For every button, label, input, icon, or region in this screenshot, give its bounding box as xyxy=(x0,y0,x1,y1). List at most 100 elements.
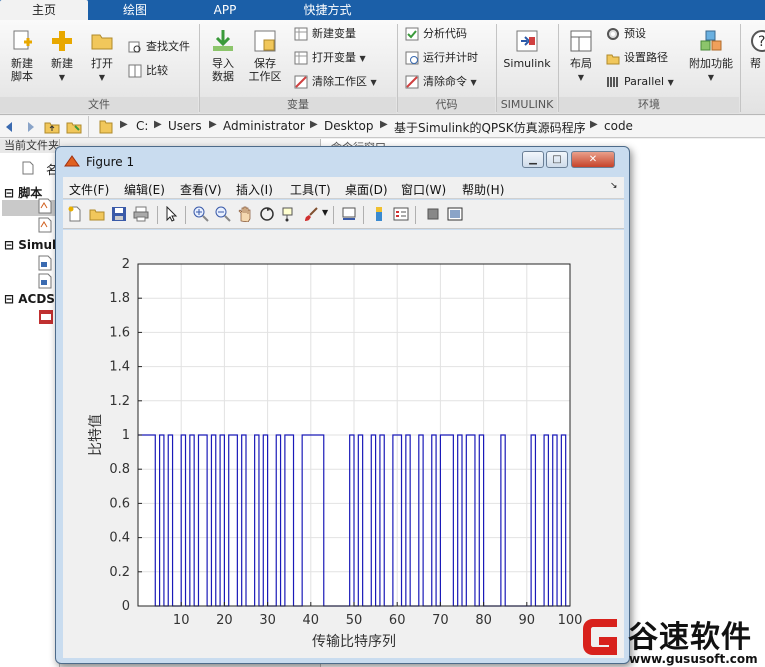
tab-shortcuts[interactable]: 快捷方式 xyxy=(270,0,385,20)
browse-folder-icon[interactable] xyxy=(66,119,82,135)
group-acdsee[interactable]: ⊟ ACDS xyxy=(4,292,55,306)
import-data-button[interactable]: 导入 数据 xyxy=(205,28,241,83)
simulink-button[interactable]: Simulink xyxy=(502,28,552,70)
hide-plot-tools-icon[interactable] xyxy=(425,206,441,222)
menu-desktop[interactable]: 桌面(D) xyxy=(345,181,388,198)
figure-canvas[interactable]: 10 20 30 40 50 60 70 80 90 100 0 0.2 0.4 0.6 0.8 1 1.2 1.… xyxy=(63,230,624,658)
tab-home[interactable]: 主页 xyxy=(0,0,88,20)
simulink-label: Simulink xyxy=(503,57,551,70)
up-folder-icon[interactable] xyxy=(44,119,60,135)
addons-icon xyxy=(700,30,722,51)
clear-workspace-dropdown-icon: ▼ xyxy=(370,78,377,87)
clear-workspace-button[interactable]: 清除工作区 ▼ xyxy=(294,73,377,91)
menu-tools[interactable]: 工具(T) xyxy=(290,181,331,198)
x-axis-label: 传输比特序列 xyxy=(312,634,396,650)
rotate-3d-icon[interactable] xyxy=(259,206,275,222)
tab-apps[interactable]: APP xyxy=(180,0,270,20)
back-arrow-icon[interactable] xyxy=(2,119,18,135)
simulink-icon xyxy=(516,30,538,52)
ribbon-toolstrip: 新建 脚本 新建 ▼ 打开 ▼ 查找文件 比较 文件 导入 数据 保存 工作区 新建… xyxy=(0,20,765,115)
x-tick-label: 80 xyxy=(475,613,492,628)
y-tick-label: 2 xyxy=(122,257,130,272)
close-icon: ✕ xyxy=(588,154,598,165)
parallel-icon xyxy=(607,77,618,87)
breadcrumb-desktop[interactable]: Desktop xyxy=(324,119,374,133)
clear-commands-button[interactable]: 清除命令 ▼ xyxy=(405,73,477,91)
help-label: 帮 xyxy=(750,57,761,70)
bit-sequence-chart[interactable]: 10 20 30 40 50 60 70 80 90 10000.20.40.60.811.21.… xyxy=(63,230,624,658)
x-tick-label: 90 xyxy=(519,613,536,628)
layout-button[interactable]: 布局 ▼ xyxy=(564,28,598,84)
new-variable-button[interactable]: 新建变量 xyxy=(294,25,356,43)
menu-edit[interactable]: 编辑(E) xyxy=(124,181,165,198)
minimize-icon: ▁ xyxy=(529,154,537,165)
addons-button[interactable]: 附加功能 ▼ xyxy=(686,28,736,84)
variable-group-label: 变量 xyxy=(200,97,396,113)
new-variable-label: 新建变量 xyxy=(312,27,356,40)
mfile-icon xyxy=(38,217,52,233)
help-button[interactable]: ? 帮 xyxy=(746,28,765,70)
tab-plots[interactable]: 绘图 xyxy=(90,0,180,20)
preferences-button[interactable]: 预设 xyxy=(606,25,646,43)
file-icon xyxy=(22,161,34,175)
y-tick-label: 0.8 xyxy=(109,462,130,477)
layout-dropdown-icon: ▼ xyxy=(577,73,585,82)
analyze-code-button[interactable]: 分析代码 xyxy=(405,25,467,43)
breadcrumb-drive[interactable]: C: xyxy=(136,119,148,133)
set-path-button[interactable]: 设置路径 xyxy=(606,49,668,67)
breadcrumb-users[interactable]: Users xyxy=(168,119,202,133)
breadcrumb-administrator[interactable]: Administrator xyxy=(223,119,305,133)
maximize-button[interactable]: □ xyxy=(546,151,568,168)
data-cursor-icon[interactable] xyxy=(281,206,297,222)
brush-dropdown-icon[interactable]: ▼ xyxy=(322,208,328,217)
compare-button[interactable]: 比较 xyxy=(128,62,168,80)
zoom-out-icon[interactable] xyxy=(215,206,231,222)
analyze-code-label: 分析代码 xyxy=(423,27,467,40)
y-tick-label: 0.2 xyxy=(109,565,130,580)
menu-insert[interactable]: 插入(I) xyxy=(236,181,273,198)
run-and-time-button[interactable]: 运行并计时 xyxy=(405,49,478,67)
save-workspace-button[interactable]: 保存 工作区 xyxy=(246,28,284,83)
breadcrumb-separator-icon: ▶ xyxy=(590,119,598,130)
open-file-icon[interactable] xyxy=(89,206,105,222)
group-scripts[interactable]: ⊟ 脚本 xyxy=(4,184,42,201)
menu-file[interactable]: 文件(F) xyxy=(69,181,109,198)
parallel-button[interactable]: Parallel ▼ xyxy=(606,73,674,91)
address-bar: ▶ C: ▶ Users ▶ Administrator ▶ Desktop ▶… xyxy=(0,116,765,138)
group-simulink[interactable]: ⊟ Simul xyxy=(4,238,56,252)
zoom-in-icon[interactable] xyxy=(193,206,209,222)
menu-help[interactable]: 帮助(H) xyxy=(462,181,504,198)
menubar-dock-arrow-icon[interactable]: ↘ xyxy=(610,181,618,191)
close-button[interactable]: ✕ xyxy=(571,151,615,168)
minimize-button[interactable]: ▁ xyxy=(522,151,544,168)
pointer-icon[interactable] xyxy=(163,206,179,222)
clear-commands-label: 清除命令 xyxy=(423,75,467,88)
open-variable-button[interactable]: 打开变量 ▼ xyxy=(294,49,366,67)
link-plot-icon[interactable] xyxy=(341,206,357,222)
ribbon-separator xyxy=(740,24,741,112)
toolbar-separator xyxy=(185,206,186,224)
watermark-url: www.gususoft.com xyxy=(629,652,758,666)
figure-window[interactable]: Figure 1 ▁ □ ✕ 文件(F) 编辑(E) 查看(V) 插入(I) 工… xyxy=(55,146,630,664)
pan-icon[interactable] xyxy=(237,206,253,222)
open-button[interactable]: 打开 ▼ xyxy=(86,28,118,84)
breadcrumb-project-folder[interactable]: 基于Simulink的QPSK仿真源码程序 xyxy=(394,119,586,136)
breadcrumb-separator-icon: ▶ xyxy=(380,119,388,130)
figure-title: Figure 1 xyxy=(86,155,135,169)
compare-label: 比较 xyxy=(146,64,168,77)
show-plot-tools-icon[interactable] xyxy=(447,206,463,222)
print-icon[interactable] xyxy=(133,206,149,222)
new-button[interactable]: 新建 ▼ xyxy=(46,28,78,84)
breadcrumb-code[interactable]: code xyxy=(604,119,633,133)
find-files-button[interactable]: 查找文件 xyxy=(128,38,190,56)
forward-arrow-icon[interactable] xyxy=(22,119,38,135)
current-folder-title: 当前文件夹 xyxy=(0,139,59,153)
save-icon[interactable] xyxy=(111,206,127,222)
new-figure-icon[interactable] xyxy=(67,206,83,222)
brush-icon[interactable] xyxy=(303,206,319,222)
new-script-button[interactable]: 新建 脚本 xyxy=(6,28,38,83)
legend-icon[interactable] xyxy=(393,206,409,222)
menu-window[interactable]: 窗口(W) xyxy=(401,181,446,198)
menu-view[interactable]: 查看(V) xyxy=(180,181,222,198)
colorbar-icon[interactable] xyxy=(371,206,387,222)
